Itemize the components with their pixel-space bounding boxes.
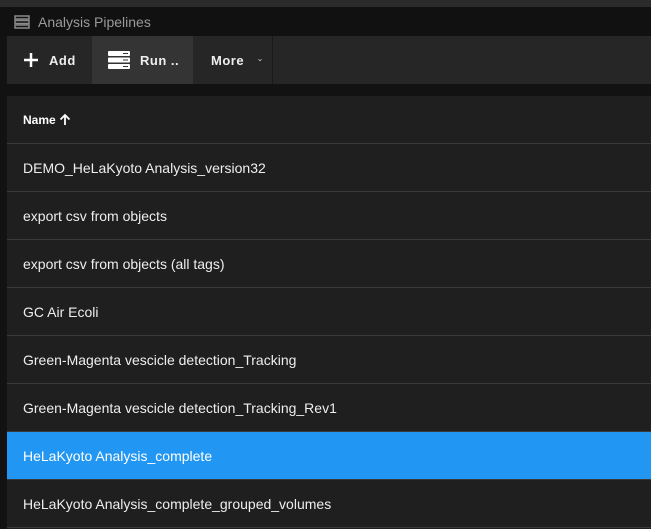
pipeline-name: export csv from objects (23, 207, 167, 224)
pipeline-name: HeLaKyoto Analysis_complete (23, 447, 213, 464)
server-icon (108, 51, 130, 69)
pipeline-name: export csv from objects (all tags) (23, 255, 225, 272)
toolbar: Add Run .. More (7, 36, 651, 84)
arrow-up-icon (59, 113, 70, 125)
table-row[interactable]: HeLaKyoto Analysis_complete_grouped_volu… (7, 480, 651, 528)
pipelines-table: Name DEMO_HeLaKyoto Analysis_version32ex… (7, 96, 651, 529)
window-title: Analysis Pipelines (38, 13, 151, 30)
pipeline-name: GC Air Ecoli (23, 303, 99, 320)
table-row[interactable]: GC Air Ecoli (7, 288, 651, 336)
add-label: Add (49, 52, 76, 68)
more-label: More (211, 52, 245, 68)
table-row[interactable]: Green-Magenta vescicle detection_Trackin… (7, 384, 651, 432)
table-row[interactable]: export csv from objects (all tags) (7, 240, 651, 288)
top-strip (0, 0, 651, 7)
run-button[interactable]: Run .. (92, 36, 193, 84)
pipelines-icon (14, 14, 30, 29)
column-header-label: Name (23, 112, 56, 127)
title-bar: Analysis Pipelines (0, 7, 651, 36)
column-header-name[interactable]: Name (7, 96, 651, 144)
table-row[interactable]: HeLaKyoto Analysis_complete (7, 432, 651, 480)
pipeline-name: DEMO_HeLaKyoto Analysis_version32 (23, 159, 266, 176)
plus-icon (24, 53, 38, 67)
pipeline-name: HeLaKyoto Analysis_complete_grouped_volu… (23, 495, 332, 512)
table-row[interactable]: Green-Magenta vescicle detection_Trackin… (7, 336, 651, 384)
table-row[interactable]: export csv from objects (7, 192, 651, 240)
more-menu-button[interactable]: More (193, 36, 273, 84)
table-row[interactable]: DEMO_HeLaKyoto Analysis_version32 (7, 144, 651, 192)
chevron-down-icon (258, 59, 262, 62)
pipeline-name: Green-Magenta vescicle detection_Trackin… (23, 399, 337, 416)
run-label: Run .. (140, 52, 180, 68)
pipeline-name: Green-Magenta vescicle detection_Trackin… (23, 351, 297, 368)
add-button[interactable]: Add (7, 36, 92, 84)
